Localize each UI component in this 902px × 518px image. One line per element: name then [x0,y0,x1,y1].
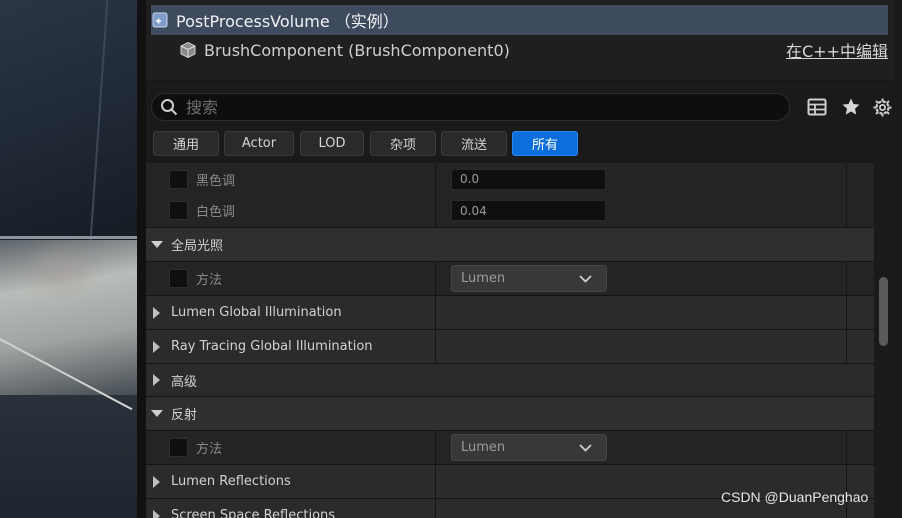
tab-streaming[interactable]: 流送 [441,131,507,156]
search-input[interactable] [184,96,748,118]
component-instance-label: PostProcessVolume （实例） [176,12,399,31]
column-divider [846,296,847,329]
gear-icon[interactable] [871,96,893,118]
dropdown-value: Lumen [461,440,506,455]
category-label: 反射 [171,408,198,423]
component-brush-label: BrushComponent (BrushComponent0) [204,40,510,60]
component-brush-row[interactable]: BrushComponent (BrushComponent0) 在C++中编辑 [151,35,888,65]
black-tone-value-field[interactable]: 0.0 [451,168,606,190]
viewport-blur [30,250,90,290]
column-divider [435,431,436,464]
property-label: 方法 [196,442,223,457]
category-global-illumination[interactable]: 全局光照 [146,228,874,262]
category-lumen-gi[interactable]: Lumen Global Illumination [146,296,874,330]
column-divider [435,194,436,227]
column-divider [435,465,436,498]
viewport-edge-line [0,236,137,239]
category-reflections[interactable]: 反射 [146,397,874,431]
category-label: Screen Space Reflections [171,508,336,518]
component-tree: PostProcessVolume （实例） BrushComponent (B… [146,0,894,81]
watermark: CSDN @DuanPenghao [721,489,869,505]
property-row-black-tone: 黑色调 0.0 [146,163,874,196]
tab-lod[interactable]: LOD [300,131,364,156]
cube-icon [179,41,197,59]
column-divider [846,194,847,227]
search-icon [161,99,178,116]
table-view-icon[interactable] [806,96,828,118]
override-checkbox[interactable] [169,169,188,189]
column-divider [846,163,847,196]
tab-general[interactable]: 通用 [153,131,219,156]
chevron-down-icon [579,444,592,452]
collapsed-arrow-icon[interactable] [151,509,163,518]
collapsed-arrow-icon[interactable] [151,475,163,488]
tab-misc[interactable]: 杂项 [370,131,436,156]
star-icon[interactable] [840,96,862,118]
column-divider [435,262,436,295]
dropdown-value: Lumen [461,271,506,286]
column-divider [435,499,436,518]
level-viewport[interactable] [0,0,137,518]
category-label: 全局光照 [171,239,224,254]
property-row-gi-method: 方法 Lumen [146,262,874,296]
viewport-wall [0,0,137,240]
expanded-arrow-icon[interactable] [151,239,163,251]
property-row-reflection-method: 方法 Lumen [146,431,874,465]
gi-method-dropdown[interactable]: Lumen [451,265,607,292]
category-ray-tracing-gi[interactable]: Ray Tracing Global Illumination [146,330,874,364]
tab-actor[interactable]: Actor [224,131,294,156]
column-divider [846,262,847,295]
column-divider [846,431,847,464]
search-box[interactable] [151,93,790,121]
scrollbar-thumb[interactable] [879,277,888,346]
reflection-method-dropdown[interactable]: Lumen [451,434,607,461]
override-checkbox[interactable] [169,438,188,457]
property-row-white-tone: 白色调 0.04 [146,194,874,228]
override-checkbox[interactable] [169,201,188,220]
expanded-arrow-icon[interactable] [151,408,163,420]
tab-all[interactable]: 所有 [512,131,578,156]
property-label: 方法 [196,273,223,288]
chevron-down-icon [579,275,592,283]
panel-splitter[interactable] [137,0,146,518]
collapsed-arrow-icon[interactable] [151,306,163,319]
column-divider [846,330,847,363]
column-divider [435,330,436,363]
property-label: 白色调 [196,205,236,220]
column-divider [435,296,436,329]
actor-instance-icon [151,11,169,29]
override-checkbox[interactable] [169,269,188,288]
column-divider [435,163,436,196]
category-label: Lumen Global Illumination [171,305,342,320]
category-label: Lumen Reflections [171,474,291,489]
property-grid: 黑色调 0.0 白色调 0.04 全局光照 方法 Lumen Lumen Glo… [146,163,874,518]
collapsed-arrow-icon[interactable] [151,374,163,386]
white-tone-value-field[interactable]: 0.04 [451,200,606,221]
edit-in-cpp-link[interactable]: 在C++中编辑 [786,38,888,62]
component-instance-row[interactable]: PostProcessVolume （实例） [151,5,888,35]
category-advanced[interactable]: 高级 [146,364,874,397]
category-label: Ray Tracing Global Illumination [171,339,373,354]
collapsed-arrow-icon[interactable] [151,340,163,353]
property-label: 黑色调 [196,173,236,189]
viewport-lower-floor [0,395,137,518]
category-label: 高级 [171,374,198,390]
